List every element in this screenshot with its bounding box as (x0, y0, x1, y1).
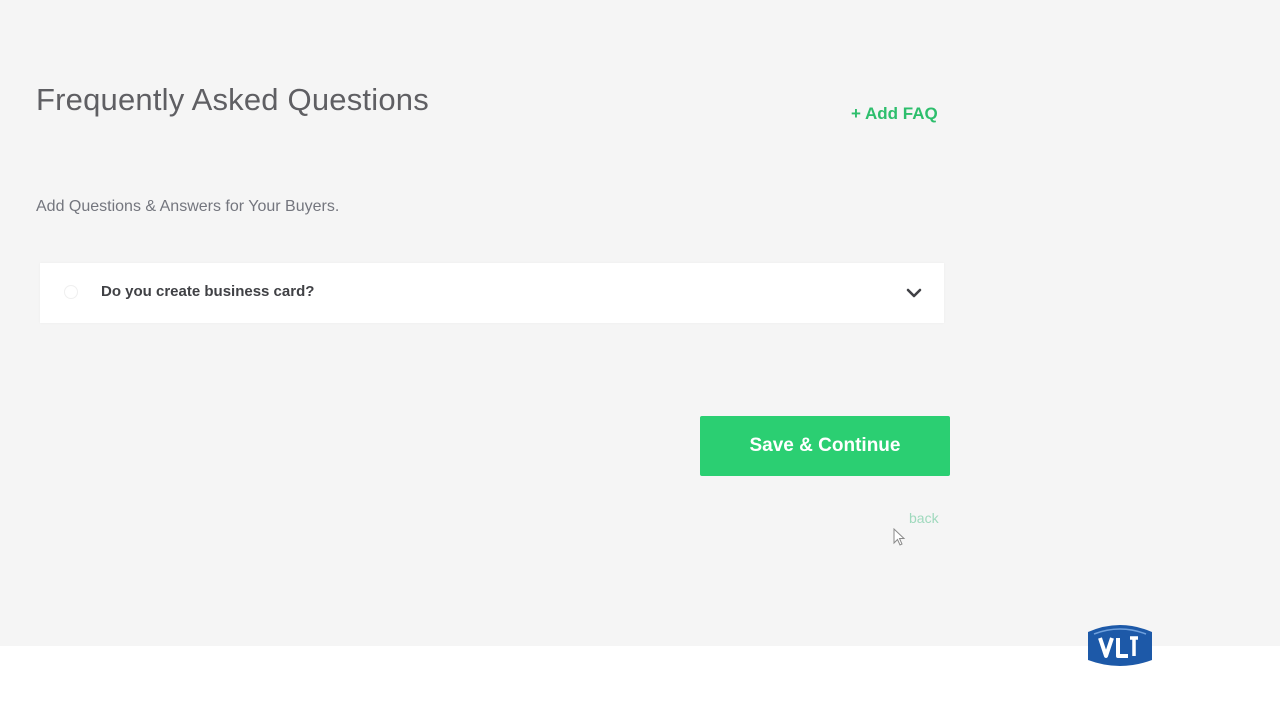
add-faq-link[interactable]: + Add FAQ (851, 104, 938, 124)
page: Frequently Asked Questions + Add FAQ Add… (0, 0, 1280, 720)
save-continue-button[interactable]: Save & Continue (700, 416, 950, 476)
chevron-down-icon[interactable] (904, 283, 924, 303)
section-subtitle: Add Questions & Answers for Your Buyers. (36, 198, 340, 215)
back-link[interactable]: back (909, 510, 939, 526)
faq-section: Frequently Asked Questions + Add FAQ Add… (0, 0, 1280, 646)
drag-handle-icon[interactable] (64, 285, 78, 299)
page-title: Frequently Asked Questions (36, 82, 429, 117)
faq-item[interactable]: Do you create business card? (40, 263, 944, 323)
faq-question-text: Do you create business card? (101, 283, 315, 300)
mouse-cursor-icon (893, 527, 907, 548)
logo-icon (1084, 620, 1156, 670)
